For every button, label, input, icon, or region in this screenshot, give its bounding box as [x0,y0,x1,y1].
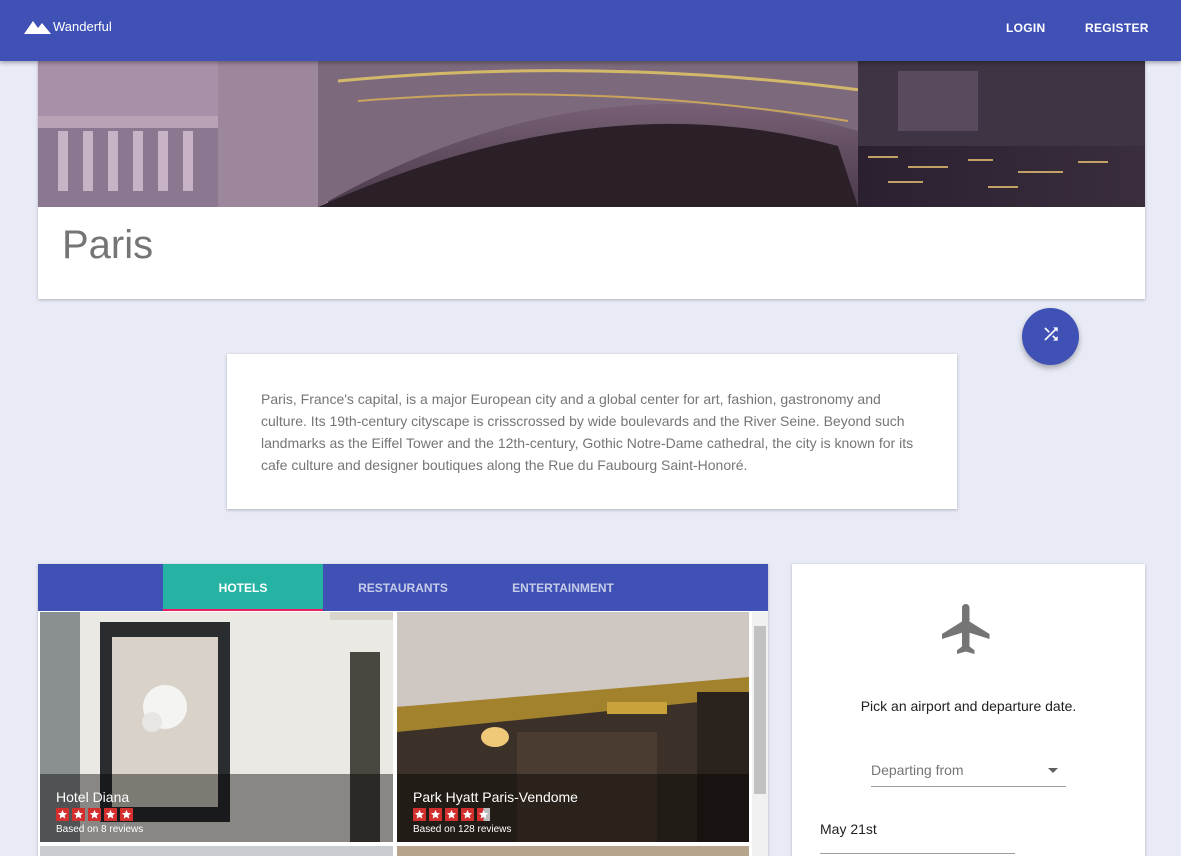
star-icon [445,808,458,821]
tab-entertainment[interactable]: ENTERTAINMENT [483,564,643,611]
flight-prompt: Pick an airport and departure date. [860,698,1077,714]
star-icon [120,808,133,821]
hotel-tile[interactable]: Park Hyatt Paris-Vendome Based on 128 re… [397,612,749,842]
app-bar: Wanderful LOGIN REGISTER [0,0,1181,61]
departure-airport-select[interactable]: Departing from [871,754,1066,787]
hotel-tile[interactable]: Hotel Diana Based on 8 reviews [40,612,393,842]
tiles-scrollbar[interactable] [752,612,768,856]
city-title: Paris [62,223,154,267]
flight-search-card: Pick an airport and departure date. Depa… [792,564,1145,856]
review-count: Based on 8 reviews [56,824,144,835]
city-description-card: Paris, France's capital, is a major Euro… [227,354,957,509]
review-count: Based on 128 reviews [413,824,512,835]
star-icon [88,808,101,821]
star-icon [429,808,442,821]
departure-date: May 21st [820,821,877,837]
hotel-name: Park Hyatt Paris-Vendome [413,789,578,805]
shuffle-button[interactable] [1022,308,1079,365]
places-tab-bar: HOTELS RESTAURANTS ENTERTAINMENT [38,564,768,611]
login-button[interactable]: LOGIN [1006,21,1046,35]
star-icon [104,808,117,821]
tab-hotels[interactable]: HOTELS [163,564,323,611]
star-icon [413,808,426,821]
star-rating [413,808,493,821]
star-icon [56,808,69,821]
airport-placeholder: Departing from [871,762,964,778]
hotel-tile[interactable] [397,846,749,856]
mountain-icon [24,18,51,34]
city-hero-card: Paris [38,61,1145,299]
register-button[interactable]: REGISTER [1085,21,1149,35]
brand[interactable]: Wanderful [24,18,112,34]
city-description: Paris, France's capital, is a major Euro… [261,391,914,473]
star-icon [461,808,474,821]
hotel-tile[interactable] [40,846,393,856]
hotel-name: Hotel Diana [56,789,130,805]
city-hero-image [38,61,1145,207]
app-name: Wanderful [53,18,112,34]
departure-date-field[interactable]: May 21st [820,814,1015,854]
places-tabs-card: HOTELS RESTAURANTS ENTERTAINMENT Hotel D… [38,564,768,856]
tab-restaurants[interactable]: RESTAURANTS [323,564,483,611]
shuffle-icon [1041,324,1061,349]
star-icon [72,808,85,821]
dropdown-arrow-icon [1048,768,1058,773]
scrollbar-thumb[interactable] [754,626,766,794]
airplane-icon [937,599,997,664]
star-rating [56,808,136,821]
half-star-icon [477,808,490,821]
